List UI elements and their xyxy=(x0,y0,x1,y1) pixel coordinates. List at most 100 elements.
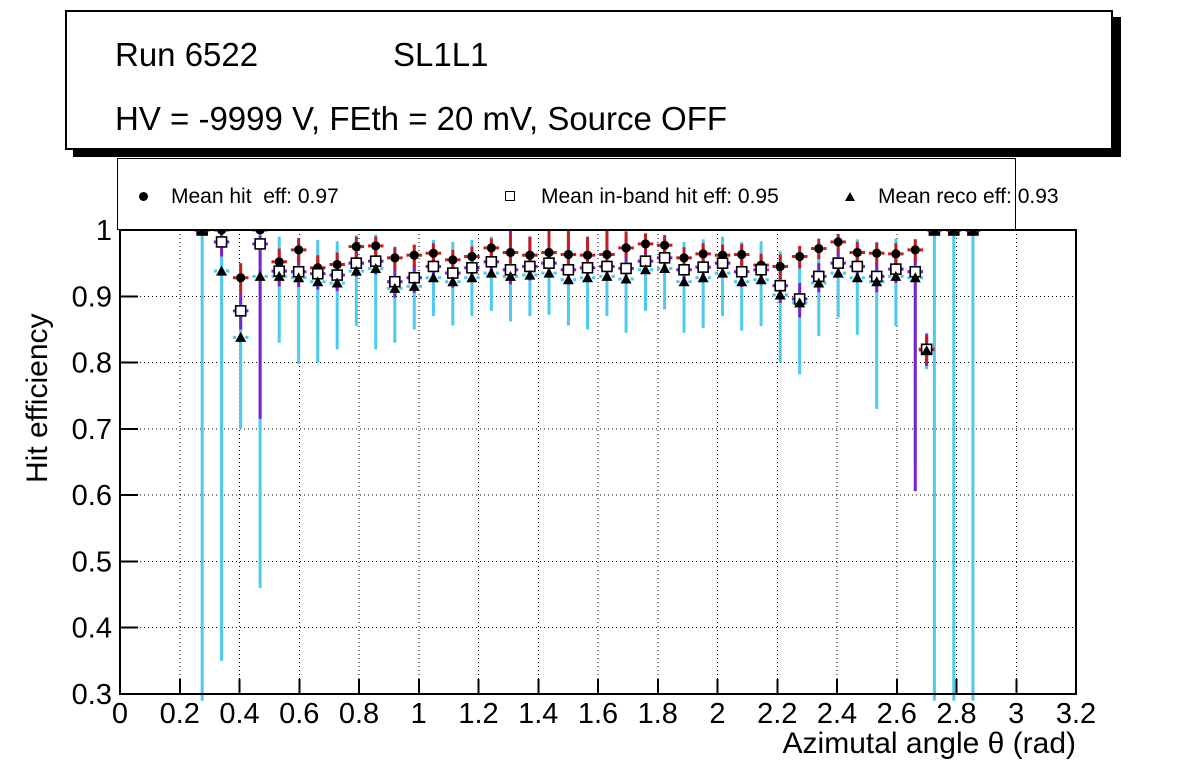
y-axis-title: Hit efficiency xyxy=(21,313,54,483)
hit-eff-point xyxy=(640,239,651,249)
run-number-text: Run 6522 xyxy=(115,36,259,73)
hit-eff-point xyxy=(448,255,458,265)
inband-eff-point xyxy=(678,263,690,276)
hit-eff-point xyxy=(563,249,574,260)
hit-eff-point xyxy=(621,243,631,253)
hit-eff-point xyxy=(390,253,400,263)
title-pave: Run 6522 SL1L1 HV = -9999 V, FEth = 20 m… xyxy=(65,10,1113,150)
hit-eff-point xyxy=(371,241,381,251)
x-tick-label: 0.6 xyxy=(279,698,319,730)
hit-eff-point xyxy=(486,243,496,253)
hit-eff-point xyxy=(833,237,843,247)
y-tick-label: 0.4 xyxy=(72,613,112,645)
y-tick-label: 0.8 xyxy=(72,348,112,380)
reco-eff-point xyxy=(582,272,594,283)
hit-eff-point xyxy=(795,251,805,262)
filled-triangle-icon xyxy=(845,192,855,201)
legend-entry-reco-eff: Mean reco eff: 0.93 xyxy=(828,159,1059,231)
x-tick-label: 1.4 xyxy=(518,698,558,730)
x-tick-label: 2 xyxy=(709,698,725,730)
inband-eff-point xyxy=(485,256,498,268)
reco-eff-point xyxy=(659,262,671,273)
reco-eff-point xyxy=(620,273,632,284)
inband-eff-point xyxy=(562,263,575,276)
reco-eff-point xyxy=(427,272,439,283)
legend-entry-hit-eff: Mean hit eff: 0.97 xyxy=(118,159,488,231)
hit-eff-point xyxy=(852,247,862,258)
hit-eff-point xyxy=(891,249,901,259)
y-tick-label: 0.3 xyxy=(72,679,112,711)
inband-eff-point xyxy=(832,257,844,269)
hit-eff-point xyxy=(872,248,882,258)
x-tick-label: 1.6 xyxy=(578,698,618,730)
reco-eff-point xyxy=(678,276,690,287)
reco-eff-point xyxy=(254,270,266,281)
superlayer-text: SL1L1 xyxy=(393,36,489,73)
hit-eff-point xyxy=(332,259,342,270)
inband-eff-point xyxy=(427,260,440,273)
x-tick-label: 0.2 xyxy=(160,698,200,730)
inband-eff-point xyxy=(466,261,478,274)
x-tick-label: 1.2 xyxy=(458,698,498,730)
inband-eff-point xyxy=(755,263,767,276)
reco-eff-point xyxy=(601,270,613,281)
hit-eff-point xyxy=(274,257,284,267)
reco-eff-point xyxy=(851,272,863,283)
x-tick-label: 2.2 xyxy=(757,698,797,730)
x-tick-label: 0 xyxy=(112,698,128,730)
open-square-icon xyxy=(505,191,515,201)
legend: Mean hit eff: 0.97 Mean in-band hit eff:… xyxy=(117,158,1059,231)
hit-eff-point xyxy=(525,250,535,260)
reco-eff-point xyxy=(466,272,478,283)
reco-eff-point xyxy=(736,276,748,287)
conditions-text: HV = -9999 V, FEth = 20 mV, Source OFF xyxy=(115,100,728,137)
inband-eff-point xyxy=(581,261,594,274)
hit-eff-point xyxy=(428,248,438,258)
inband-eff-point xyxy=(851,260,864,273)
reco-eff-point xyxy=(216,265,228,276)
hit-eff-point xyxy=(236,273,246,283)
hit-eff-point xyxy=(910,245,920,255)
filled-circle-icon xyxy=(139,192,148,201)
x-tick-label: 3 xyxy=(1008,698,1024,730)
x-tick-label: 0.4 xyxy=(219,698,259,730)
reco-eff-point xyxy=(485,267,497,278)
reco-eff-point xyxy=(697,272,709,283)
hit-eff-point xyxy=(294,245,304,255)
x-tick-label: 3.2 xyxy=(1056,698,1096,730)
inband-eff-point xyxy=(215,236,228,248)
hit-eff-point xyxy=(467,251,477,262)
reco-eff-point xyxy=(543,267,555,278)
inband-eff-point xyxy=(620,262,632,275)
x-tick-label: 2.6 xyxy=(877,698,917,730)
hit-eff-point xyxy=(505,247,516,258)
reco-eff-point xyxy=(832,267,844,278)
legend-label: Mean reco eff: 0.93 xyxy=(878,185,1059,208)
y-tick-label: 0.5 xyxy=(72,546,112,578)
inband-eff-point xyxy=(543,257,555,269)
legend-label: Mean in-band hit eff: 0.95 xyxy=(541,185,779,208)
x-axis-title: Azimutal angle θ (rad) xyxy=(782,727,1076,760)
reco-eff-point xyxy=(235,331,247,342)
hit-eff-point xyxy=(409,250,419,260)
x-tick-label: 2.4 xyxy=(817,698,857,730)
hit-eff-point xyxy=(351,241,361,252)
inband-eff-point xyxy=(735,265,748,278)
hit-eff-point xyxy=(679,253,689,263)
hit-eff-point xyxy=(602,249,612,260)
y-tick-label: 0.6 xyxy=(72,480,112,512)
inband-eff-point xyxy=(658,252,671,264)
hit-eff-point xyxy=(775,261,785,272)
hit-eff-point xyxy=(814,243,824,254)
inband-eff-point xyxy=(234,305,247,317)
hit-eff-point xyxy=(698,249,708,259)
reco-eff-point xyxy=(562,274,574,285)
x-tick-label: 0.8 xyxy=(339,698,379,730)
inband-eff-point xyxy=(716,257,729,269)
hit-eff-point xyxy=(582,250,593,260)
inband-eff-point xyxy=(697,261,709,273)
reco-eff-point xyxy=(755,274,767,285)
reco-eff-point xyxy=(717,267,729,278)
x-tick-label: 1.8 xyxy=(638,698,678,730)
x-tick-label: 2.8 xyxy=(936,698,976,730)
